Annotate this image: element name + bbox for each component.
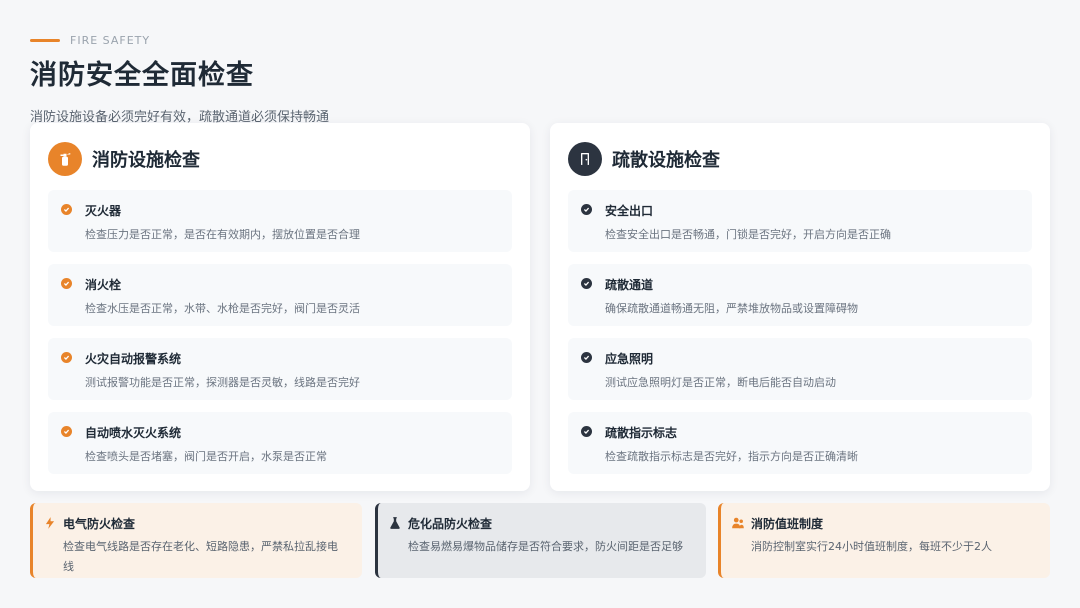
card-header: 消防设施检查 xyxy=(48,141,512,177)
card-title: 疏散设施检查 xyxy=(612,150,720,171)
bottom-card-desc: 检查易燃易爆物品储存是否符合要求，防火间距是否足够 xyxy=(408,540,683,553)
bottom-card-title: 消防值班制度 xyxy=(751,517,824,531)
card-header: 疏散设施检查 xyxy=(568,141,1032,177)
item-title: 自动喷水灭火系统 xyxy=(85,426,182,440)
electrical-fire-card: 电气防火检查 检查电气线路是否存在老化、短路隐患，严禁私拉乱接电线 xyxy=(30,503,362,578)
item-title: 疏散通道 xyxy=(605,278,654,292)
item-desc: 检查疏散指示标志是否完好，指示方向是否正确清晰 xyxy=(605,450,858,463)
fire-extinguisher-icon xyxy=(48,142,82,176)
bottom-card-title: 危化品防火检查 xyxy=(408,517,493,531)
list-item: 消火栓 检查水压是否正常，水带、水枪是否完好，阀门是否灵活 xyxy=(48,264,512,326)
item-title: 应急照明 xyxy=(605,352,654,366)
bottom-card-desc: 检查电气线路是否存在老化、短路隐患，严禁私拉乱接电线 xyxy=(63,540,338,573)
item-desc: 检查压力是否正常，是否在有效期内，摆放位置是否合理 xyxy=(85,228,360,241)
list-item: 疏散通道 确保疏散通道畅通无阻，严禁堆放物品或设置障碍物 xyxy=(568,264,1032,326)
item-desc: 检查安全出口是否畅通，门锁是否完好，开启方向是否正确 xyxy=(605,228,891,241)
check-icon xyxy=(581,426,592,437)
list-item: 火灾自动报警系统 测试报警功能是否正常，探测器是否灵敏，线路是否完好 xyxy=(48,338,512,400)
users-icon xyxy=(731,515,745,529)
item-title: 灭火器 xyxy=(85,204,122,218)
page: FIRE SAFETY 消防安全全面检查 消防设施设备必须完好有效，疏散通道必须… xyxy=(0,0,1080,608)
item-title: 消火栓 xyxy=(85,278,122,292)
evacuation-facilities-card: 疏散设施检查 安全出口 检查安全出口是否畅通，门锁是否完好，开启方向是否正确 疏… xyxy=(550,123,1050,491)
item-desc: 检查喷头是否堵塞，阀门是否开启，水泵是否正常 xyxy=(85,450,327,463)
eyebrow-line xyxy=(30,39,60,42)
check-icon xyxy=(61,426,72,437)
list-item: 应急照明 测试应急照明灯是否正常，断电后能否自动启动 xyxy=(568,338,1032,400)
check-icon xyxy=(581,278,592,289)
item-title: 疏散指示标志 xyxy=(605,426,678,440)
check-icon xyxy=(581,352,592,363)
item-desc: 测试报警功能是否正常，探测器是否灵敏，线路是否完好 xyxy=(85,376,360,389)
card-title: 消防设施检查 xyxy=(92,150,200,171)
list-item: 安全出口 检查安全出口是否畅通，门锁是否完好，开启方向是否正确 xyxy=(568,190,1032,252)
list-item: 灭火器 检查压力是否正常，是否在有效期内，摆放位置是否合理 xyxy=(48,190,512,252)
bottom-card-desc: 消防控制室实行24小时值班制度，每班不少于2人 xyxy=(751,540,992,553)
fire-facilities-card: 消防设施检查 灭火器 检查压力是否正常，是否在有效期内，摆放位置是否合理 消火栓… xyxy=(30,123,530,491)
item-desc: 确保疏散通道畅通无阻，严禁堆放物品或设置障碍物 xyxy=(605,302,858,315)
flask-icon xyxy=(388,515,402,529)
page-title: 消防安全全面检查 xyxy=(30,60,254,91)
list-item: 疏散指示标志 检查疏散指示标志是否完好，指示方向是否正确清晰 xyxy=(568,412,1032,474)
header: FIRE SAFETY 消防安全全面检查 消防设施设备必须完好有效，疏散通道必须… xyxy=(30,34,329,125)
check-icon xyxy=(61,278,72,289)
hazardous-chemicals-card: 危化品防火检查 检查易燃易爆物品储存是否符合要求，防火间距是否足够 xyxy=(375,503,706,578)
fire-duty-card: 消防值班制度 消防控制室实行24小时值班制度，每班不少于2人 xyxy=(718,503,1050,578)
eyebrow-text: FIRE SAFETY xyxy=(70,34,151,47)
item-desc: 测试应急照明灯是否正常，断电后能否自动启动 xyxy=(605,376,836,389)
item-title: 火灾自动报警系统 xyxy=(85,352,182,366)
check-icon xyxy=(61,352,72,363)
check-icon xyxy=(581,204,592,215)
check-icon xyxy=(61,204,72,215)
bottom-card-title: 电气防火检查 xyxy=(63,517,136,531)
door-exit-icon xyxy=(568,142,602,176)
item-desc: 检查水压是否正常，水带、水枪是否完好，阀门是否灵活 xyxy=(85,302,360,315)
list-item: 自动喷水灭火系统 检查喷头是否堵塞，阀门是否开启，水泵是否正常 xyxy=(48,412,512,474)
lightning-icon xyxy=(43,515,57,529)
item-title: 安全出口 xyxy=(605,204,654,218)
eyebrow: FIRE SAFETY xyxy=(30,34,329,47)
